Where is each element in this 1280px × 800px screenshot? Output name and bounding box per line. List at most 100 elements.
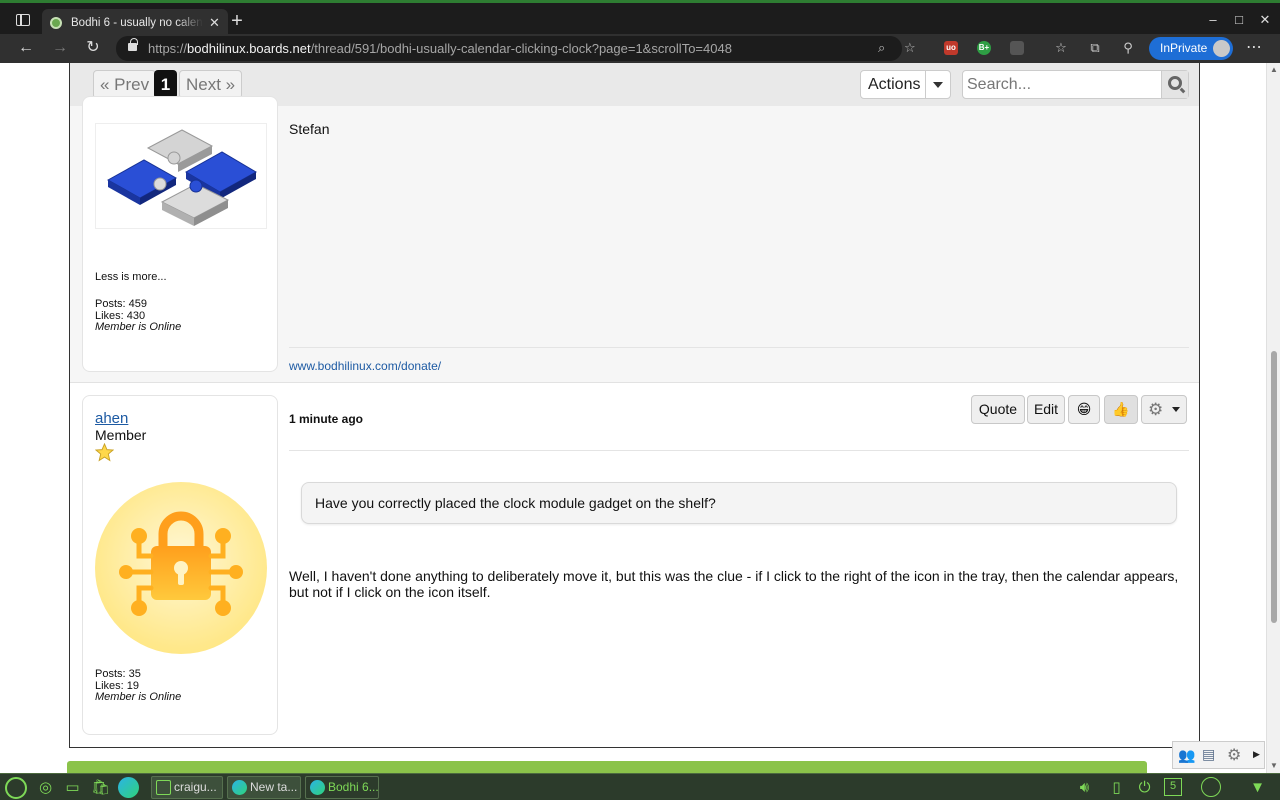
task-label: craigu... bbox=[174, 780, 217, 794]
edge-icon bbox=[232, 780, 247, 795]
post-header-divider bbox=[289, 450, 1189, 451]
maximize-icon[interactable]: □ bbox=[1232, 13, 1246, 27]
browser-tab[interactable]: Bodhi 6 - usually no calendar clicking c… bbox=[42, 9, 228, 37]
extensions-icon[interactable]: ⚲ bbox=[1119, 40, 1137, 56]
terminal-launcher-icon[interactable]: ▭ bbox=[62, 777, 83, 798]
user-stats: Posts: 459 Likes: 430 Member is Online bbox=[95, 298, 182, 334]
avatar bbox=[95, 482, 267, 654]
terminal-icon bbox=[156, 780, 171, 795]
taskbar-task-terminal[interactable]: craigu... bbox=[151, 776, 223, 799]
user-role: Member bbox=[95, 427, 147, 443]
posts-count: Posts: 35 bbox=[95, 668, 141, 680]
shopping-bag-icon[interactable]: 🛍 bbox=[90, 777, 111, 798]
current-page-button[interactable]: 1 bbox=[154, 70, 177, 99]
online-status: Member is Online bbox=[95, 321, 182, 333]
scroll-thumb[interactable] bbox=[1271, 351, 1277, 623]
scroll-down-icon[interactable]: ▼ bbox=[1270, 761, 1278, 770]
sidebar-toggle-icon[interactable] bbox=[16, 14, 30, 26]
users-icon[interactable]: 👥 bbox=[1178, 747, 1195, 764]
url-host: bodhilinux.boards.net bbox=[187, 41, 311, 56]
search-box bbox=[962, 70, 1189, 99]
user-signature-text: Less is more... bbox=[95, 271, 167, 283]
chevron-down-icon bbox=[1172, 407, 1180, 412]
taskbar-task-new-tab[interactable]: New ta... bbox=[227, 776, 301, 799]
refresh-icon[interactable]: ↻ bbox=[82, 37, 104, 59]
inprivate-button[interactable]: InPrivate bbox=[1149, 37, 1233, 60]
post-body: Stefan bbox=[289, 121, 330, 137]
next-page-button[interactable]: Next » bbox=[179, 70, 243, 99]
close-window-icon[interactable]: ✕ bbox=[1258, 13, 1272, 27]
window-list-icon[interactable]: ▤ bbox=[1202, 746, 1215, 763]
task-label: Bodhi 6... bbox=[328, 780, 379, 794]
puzzle-signature-image bbox=[95, 123, 267, 229]
task-label: New ta... bbox=[250, 780, 298, 794]
web-page: « Prev 1 Next » Actions Search... Less i… bbox=[0, 63, 1280, 773]
inprivate-label: InPrivate bbox=[1160, 41, 1208, 55]
clipboard-icon[interactable]: ▯ bbox=[1106, 777, 1127, 798]
more-menu-icon[interactable]: ⋯ bbox=[1244, 37, 1264, 57]
edge-icon bbox=[310, 780, 325, 795]
post-options-button[interactable]: ⚙ bbox=[1141, 395, 1187, 424]
favorite-star-icon[interactable]: ☆ bbox=[904, 40, 916, 56]
collections-icon[interactable]: ⧉ bbox=[1086, 40, 1104, 56]
post-body: Well, I haven't done anything to deliber… bbox=[289, 568, 1179, 600]
url-scheme: https:// bbox=[148, 41, 188, 56]
user-stats: Posts: 35 Likes: 19 Member is Online bbox=[95, 668, 182, 704]
chevron-down-icon[interactable] bbox=[925, 71, 950, 98]
url-path: /thread/591/bodhi-usually-calendar-click… bbox=[310, 41, 732, 56]
page-scrollbar[interactable]: ▲ ▼ bbox=[1266, 63, 1280, 773]
address-bar[interactable]: https://bodhilinux.boards.net/thread/591… bbox=[116, 36, 916, 61]
edge-beta-icon[interactable] bbox=[118, 777, 139, 798]
actions-dropdown[interactable]: Actions bbox=[860, 70, 951, 99]
donate-link[interactable]: www.bodhilinux.com/donate/ bbox=[289, 359, 441, 373]
browser-launcher-icon[interactable]: ◎ bbox=[35, 777, 56, 798]
zoom-icon[interactable]: ⌕ bbox=[878, 40, 885, 56]
ublock-extension-icon[interactable]: uo bbox=[944, 41, 958, 55]
wifi-icon[interactable]: ▼ bbox=[1247, 777, 1268, 798]
post-timestamp: 1 minute ago bbox=[289, 412, 364, 426]
bodhi-menu-icon[interactable] bbox=[5, 777, 27, 799]
clock-icon[interactable] bbox=[1201, 777, 1221, 797]
user-card: ahen Member Posts: 35 Likes: 19 Member i… bbox=[82, 395, 278, 735]
actions-label: Actions bbox=[868, 76, 921, 93]
tray-expand-icon[interactable]: ▶ bbox=[1253, 749, 1260, 760]
username-link[interactable]: ahen bbox=[95, 410, 128, 427]
quote-block: Have you correctly placed the clock modu… bbox=[301, 482, 1177, 524]
bplus-extension-icon[interactable]: B+ bbox=[977, 41, 991, 55]
workspace-indicator[interactable]: 5 bbox=[1164, 778, 1182, 796]
search-button[interactable] bbox=[1161, 71, 1188, 98]
tab-favicon-icon bbox=[50, 17, 62, 29]
forward-icon[interactable]: → bbox=[49, 37, 71, 59]
new-tab-button[interactable]: + bbox=[229, 11, 245, 31]
post-ahen: ahen Member Posts: 35 Likes: 19 Member i… bbox=[70, 383, 1199, 747]
volume-icon[interactable]: 🔊︎ bbox=[1074, 777, 1095, 798]
lock-icon[interactable] bbox=[128, 38, 138, 51]
edit-button[interactable]: Edit bbox=[1027, 395, 1065, 424]
favorites-icon[interactable]: ☆ bbox=[1052, 40, 1070, 56]
power-icon[interactable]: ⏻ bbox=[1134, 777, 1155, 798]
url-text[interactable]: https://bodhilinux.boards.net/thread/591… bbox=[148, 41, 732, 56]
online-status: Member is Online bbox=[95, 691, 182, 703]
settings-gear-icon[interactable]: ⚙ bbox=[1227, 745, 1241, 765]
gear-icon: ⚙ bbox=[1148, 400, 1164, 419]
keyboard-extension-icon[interactable] bbox=[1010, 41, 1024, 55]
minimize-icon[interactable]: – bbox=[1206, 13, 1220, 27]
thread-container: « Prev 1 Next » Actions Search... Less i… bbox=[69, 63, 1200, 748]
profile-avatar-icon bbox=[1213, 40, 1230, 57]
forum-footer-bar bbox=[67, 761, 1147, 773]
floating-tray-widget: 👥 ▤ ⚙ ▶ bbox=[1172, 741, 1265, 769]
lock-circuit-icon bbox=[119, 511, 243, 616]
browser-toolbar: ← → ↻ https://bodhilinux.boards.net/thre… bbox=[0, 34, 1280, 63]
back-icon[interactable]: ← bbox=[15, 37, 37, 59]
search-input[interactable] bbox=[963, 71, 1161, 98]
prev-page-button[interactable]: « Prev bbox=[93, 70, 157, 99]
emoji-reaction-button[interactable]: 😁 bbox=[1068, 395, 1100, 424]
quote-button[interactable]: Quote bbox=[971, 395, 1025, 424]
posts-count: Posts: 459 bbox=[95, 298, 147, 310]
scroll-up-icon[interactable]: ▲ bbox=[1270, 65, 1278, 74]
rank-star-icon bbox=[95, 443, 114, 462]
user-card: Less is more... Posts: 459 Likes: 430 Me… bbox=[82, 96, 278, 372]
tab-close-icon[interactable]: ✕ bbox=[209, 15, 220, 31]
like-button[interactable]: 👍 bbox=[1104, 395, 1138, 424]
taskbar-task-bodhi[interactable]: Bodhi 6... bbox=[305, 776, 379, 799]
